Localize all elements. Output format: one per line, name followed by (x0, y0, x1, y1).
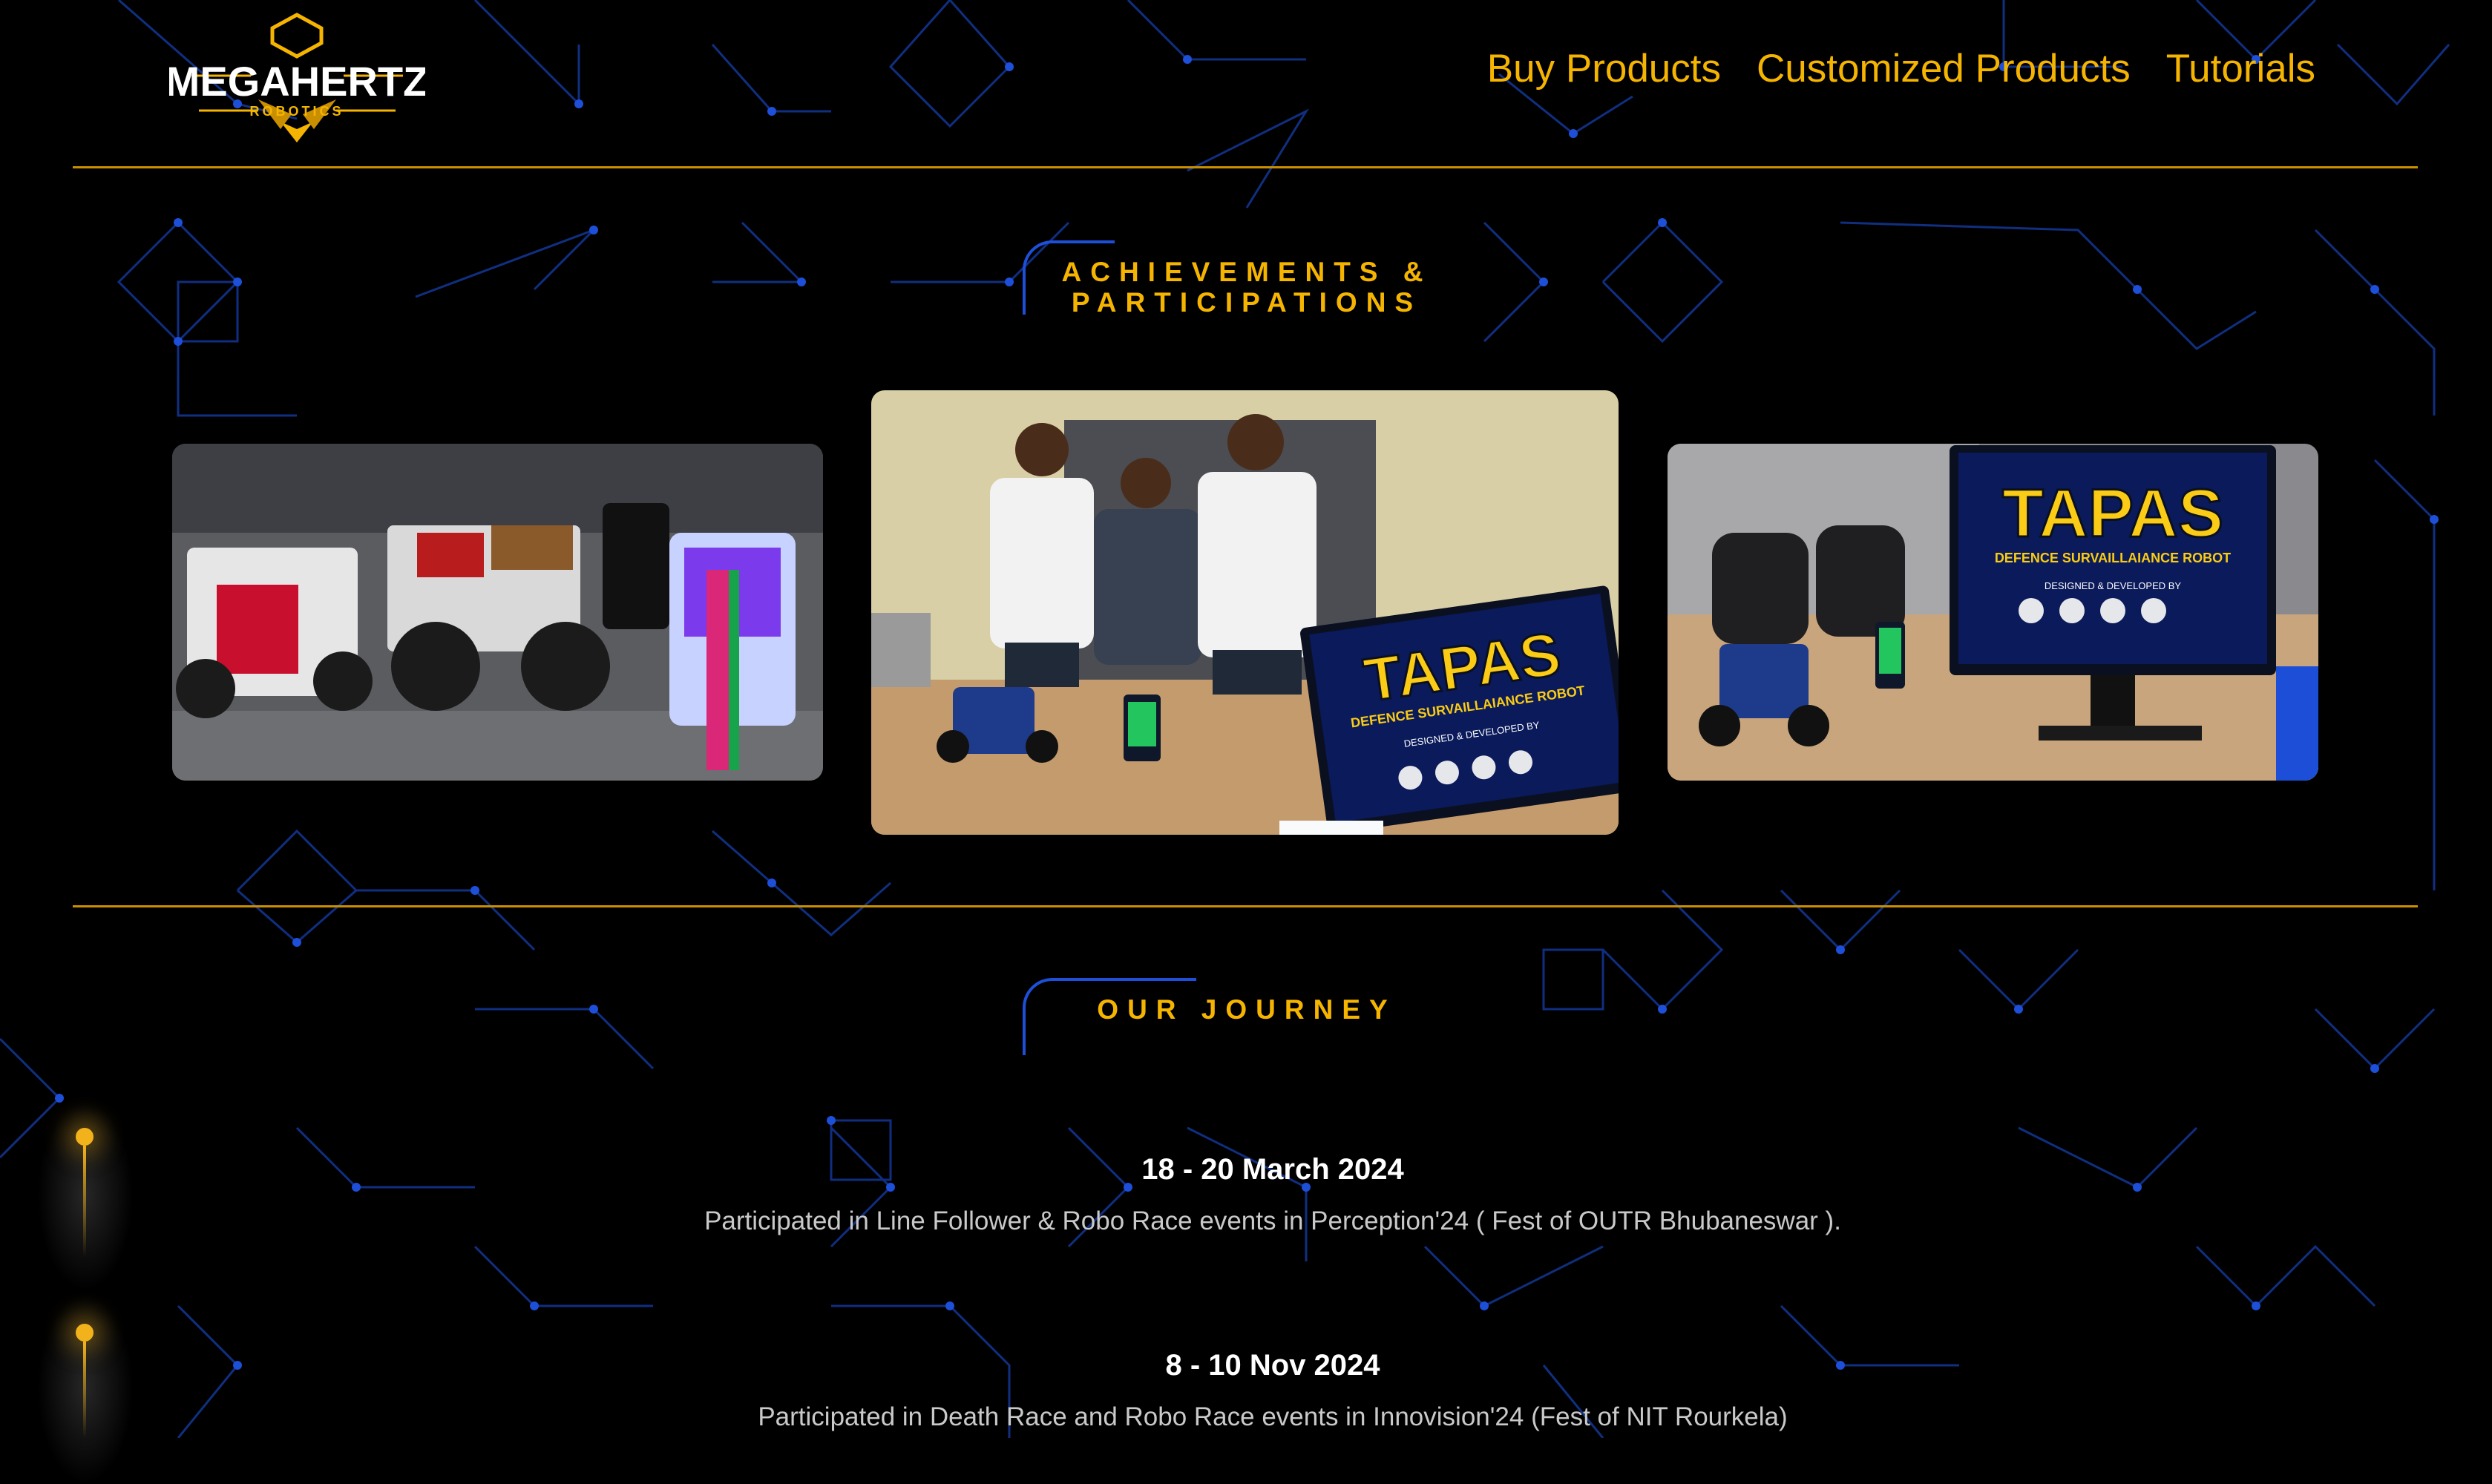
event-date: 8 - 10 Nov 2024 (1165, 1349, 1380, 1382)
monitor-subtitle-text: DEFENCE SURVAILLAIANCE ROBOT (1995, 551, 2231, 565)
event-description: Participated in Death Race and Robo Race… (758, 1402, 1788, 1431)
header-divider (73, 166, 2418, 168)
brand-tagline: ROBOTICS (249, 104, 344, 119)
nav-buy-products[interactable]: Buy Products (1487, 46, 1721, 91)
event-description: Participated in Line Follower & Robo Rac… (704, 1206, 1841, 1235)
monitor-title-text: TAPAS (2002, 476, 2223, 551)
nav-customized-products[interactable]: Customized Products (1757, 46, 2131, 91)
achievement-photo-3[interactable]: TAPAS DEFENCE SURVAILLAIANCE ROBOT DESIG… (1668, 444, 2318, 781)
achievement-photo-2[interactable]: TAPAS DEFENCE SURVAILLAIANCE ROBOT DESIG… (871, 390, 1619, 835)
logo-emblem-icon: MEGAHERTZ ROBOTICS (165, 13, 428, 142)
achievement-photo-1[interactable] (172, 444, 823, 781)
main-nav: Buy Products Customized Products Tutoria… (1487, 46, 2315, 91)
tapas-display-photo-image: TAPAS DEFENCE SURVAILLAIANCE ROBOT DESIG… (1668, 444, 2318, 781)
timeline-dot (76, 1324, 94, 1342)
event-date: 18 - 20 March 2024 (1141, 1153, 1404, 1186)
monitor-credit-text: DESIGNED & DEVELOPED BY (2045, 580, 2182, 591)
robots-photo-image (172, 444, 823, 781)
journey-title: OUR JOURNEY (1097, 994, 1397, 1025)
brand-logo[interactable]: MEGAHERTZ ROBOTICS (165, 10, 428, 144)
nav-tutorials[interactable]: Tutorials (2166, 46, 2315, 91)
timeline-dot (76, 1128, 94, 1146)
brand-name: MEGAHERTZ (169, 58, 425, 105)
achievements-title-line1: ACHIEVEMENTS & (1061, 257, 1432, 287)
achievements-title-line2: PARTICIPATIONS (1071, 287, 1423, 318)
achievements-title: ACHIEVEMENTS & PARTICIPATIONS (1024, 257, 1469, 318)
section-divider (73, 905, 2418, 907)
team-photo-image: TAPAS DEFENCE SURVAILLAIANCE ROBOT DESIG… (871, 390, 1619, 835)
